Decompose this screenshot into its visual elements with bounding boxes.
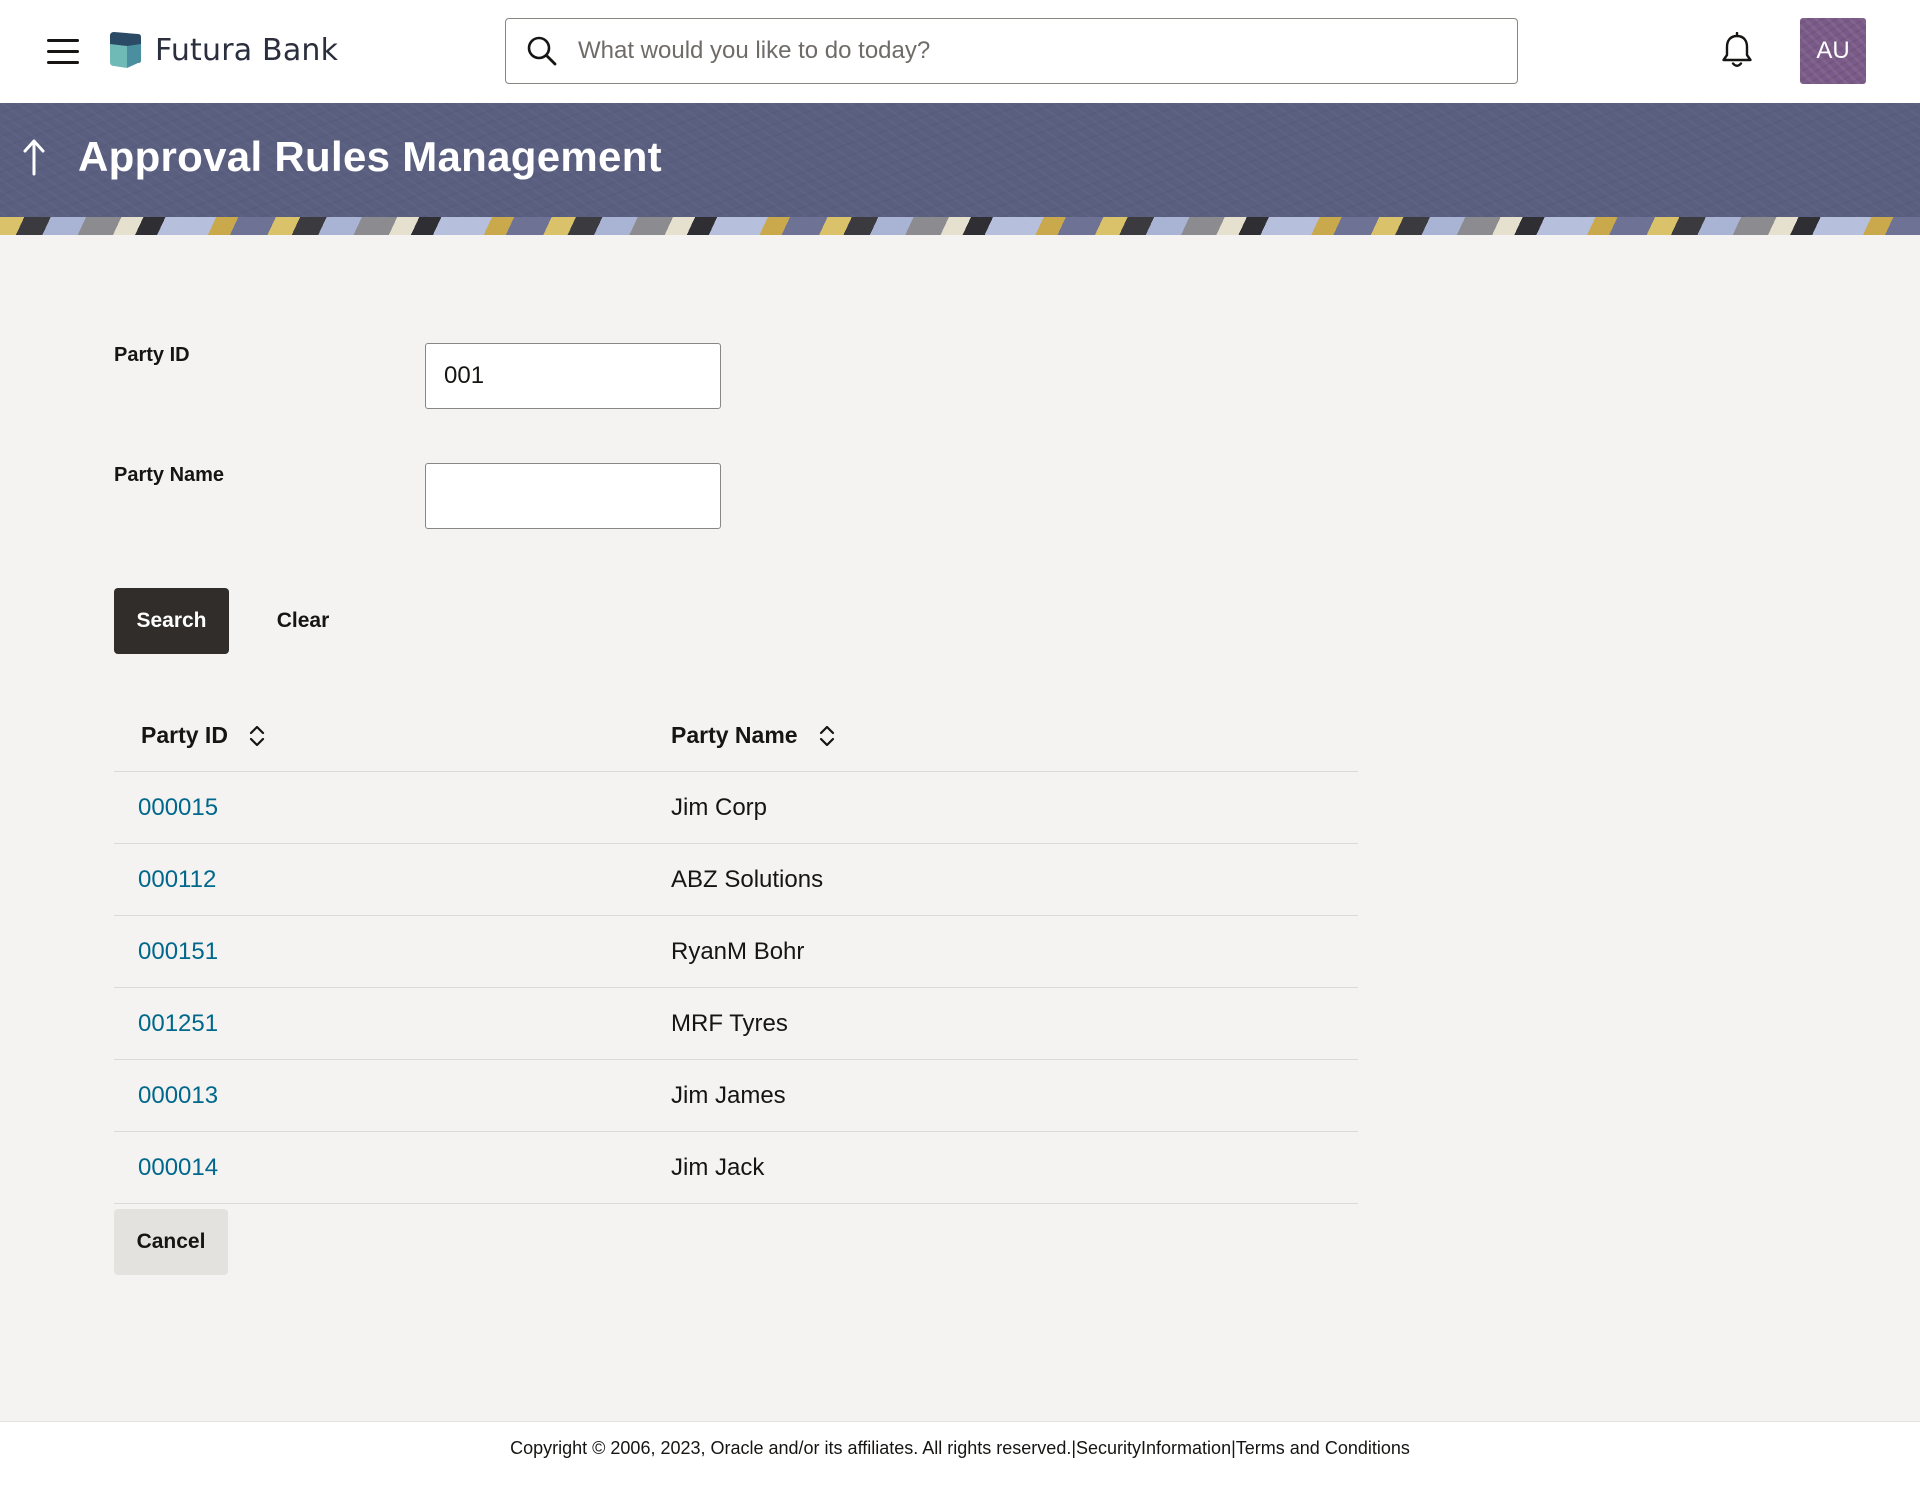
page-title: Approval Rules Management: [78, 133, 662, 180]
copyright-text: Copyright © 2006, 2023, Oracle and/or it…: [510, 1438, 1072, 1458]
party-id-link[interactable]: 000015: [138, 794, 218, 821]
table-row: 000112 ABZ Solutions: [114, 844, 1358, 916]
cancel-button[interactable]: Cancel: [114, 1209, 228, 1275]
table-row: 000015 Jim Corp: [114, 772, 1358, 844]
banner-decoration: [0, 217, 1920, 235]
party-name-cell: Jim James: [671, 1081, 786, 1109]
party-id-label: Party ID: [114, 344, 190, 366]
party-id-link[interactable]: 000013: [138, 1082, 218, 1109]
clear-button[interactable]: Clear: [258, 588, 348, 654]
hamburger-menu-icon[interactable]: [47, 33, 85, 69]
party-name-cell: MRF Tyres: [671, 1009, 788, 1037]
table-row: 000151 RyanM Bohr: [114, 916, 1358, 988]
column-header-party-id[interactable]: Party ID: [114, 722, 671, 749]
page-footer: Copyright © 2006, 2023, Oracle and/or it…: [0, 1421, 1920, 1508]
sort-icon[interactable]: [818, 723, 836, 749]
bell-icon[interactable]: [1720, 32, 1754, 70]
table-header: Party ID Party Name: [114, 700, 1358, 772]
party-id-link[interactable]: 000112: [138, 866, 216, 893]
party-name-input[interactable]: [425, 463, 721, 529]
party-id-link[interactable]: 000151: [138, 938, 218, 965]
party-id-link[interactable]: 001251: [138, 1010, 218, 1037]
table-row: 000014 Jim Jack: [114, 1132, 1358, 1204]
brand[interactable]: Futura Bank: [107, 28, 338, 72]
top-header: Futura Bank AU: [0, 0, 1920, 103]
arrow-up-icon[interactable]: [20, 137, 48, 177]
table-row: 000013 Jim James: [114, 1060, 1358, 1132]
futura-bank-logo-icon: [110, 32, 141, 68]
party-name-cell: RyanM Bohr: [671, 937, 805, 965]
party-results-table: Party ID Party Name 000015 Jim Corp 0001…: [114, 700, 1358, 1204]
column-header-label: Party Name: [671, 722, 798, 748]
security-information-link[interactable]: SecurityInformation: [1076, 1438, 1231, 1459]
table-row: 001251 MRF Tyres: [114, 988, 1358, 1060]
party-name-cell: ABZ Solutions: [671, 865, 824, 893]
terms-and-conditions-link[interactable]: Terms and Conditions: [1236, 1438, 1410, 1459]
search-input[interactable]: [578, 19, 1517, 83]
party-name-cell: Jim Corp: [671, 793, 768, 821]
party-id-input[interactable]: [425, 343, 721, 409]
column-header-label: Party ID: [141, 722, 228, 748]
party-name-label: Party Name: [114, 464, 225, 486]
user-avatar[interactable]: AU: [1800, 18, 1866, 84]
column-header-party-name[interactable]: Party Name: [671, 722, 836, 749]
party-name-cell: Jim Jack: [671, 1153, 765, 1181]
sort-icon[interactable]: [248, 723, 266, 749]
global-search[interactable]: [505, 18, 1518, 84]
party-id-link[interactable]: 000014: [138, 1154, 218, 1181]
brand-name: Futura Bank: [155, 32, 339, 68]
search-icon: [527, 36, 557, 66]
search-button[interactable]: Search: [114, 588, 229, 654]
